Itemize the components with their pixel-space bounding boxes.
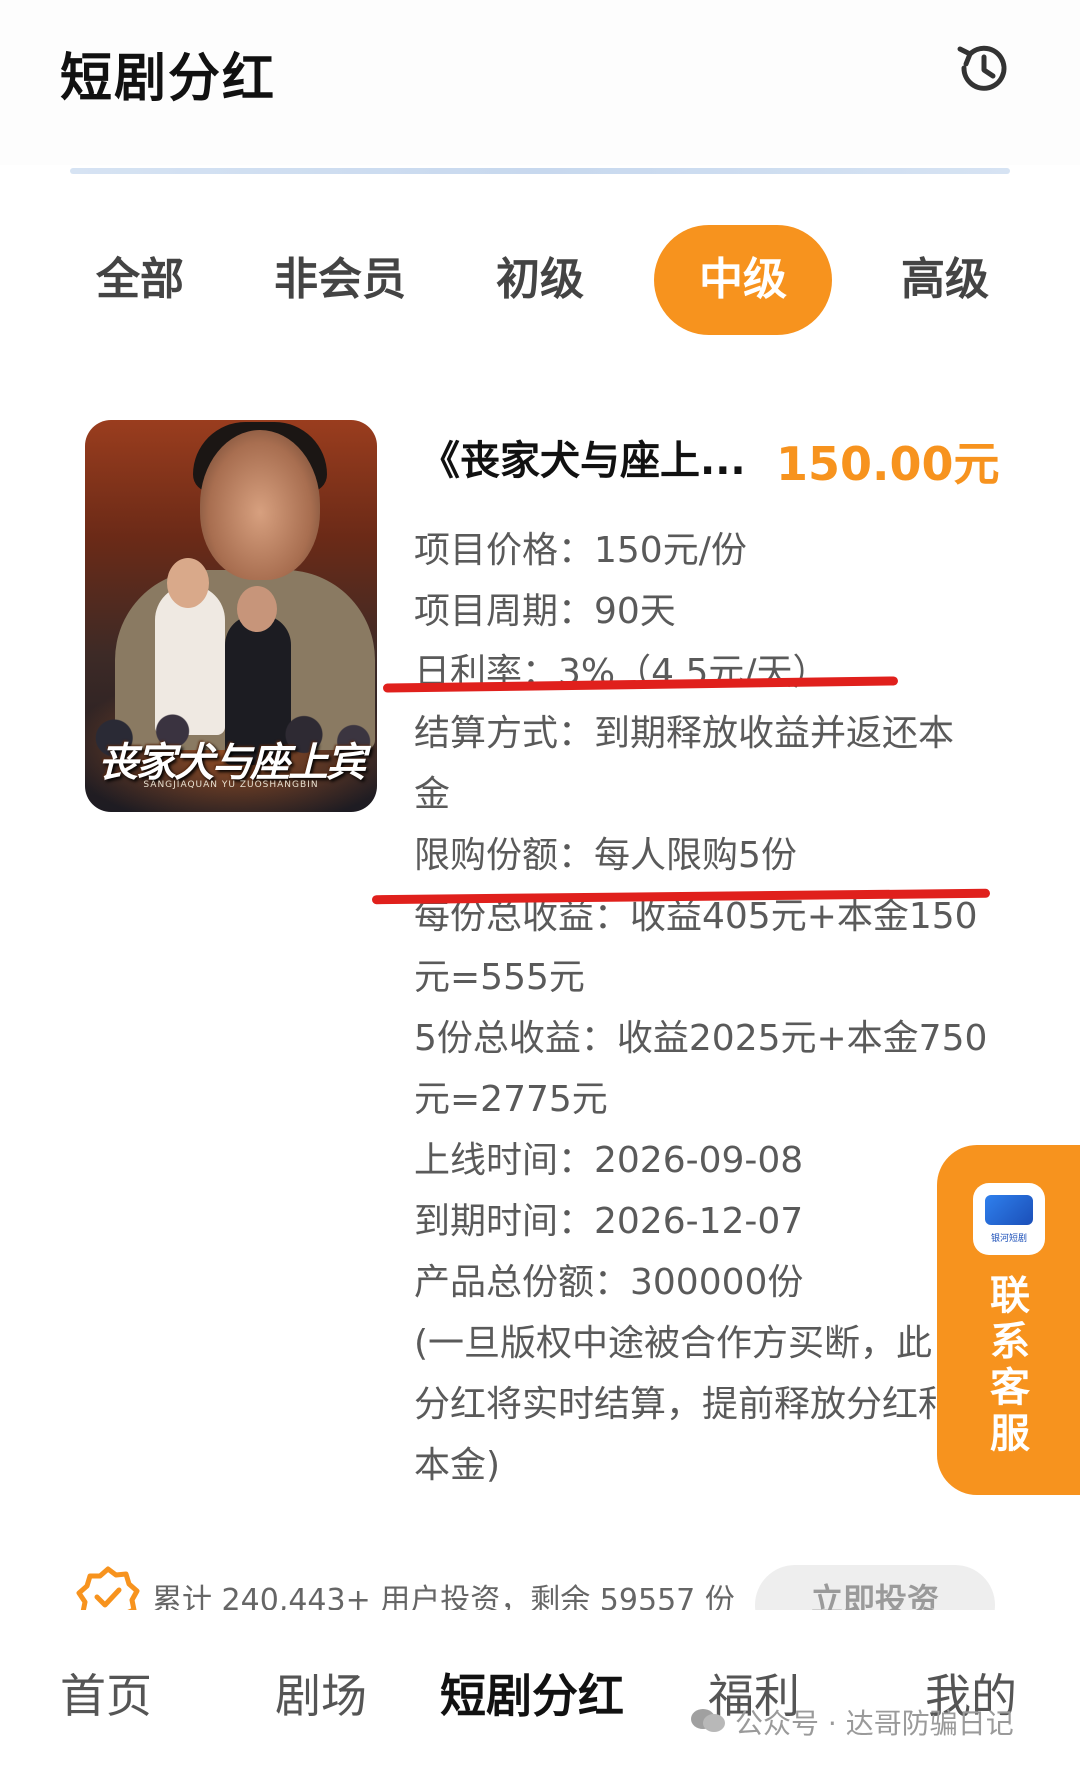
info-line: 限购份额：每人限购5份 <box>414 835 797 876</box>
nav-dividend[interactable]: 短剧分红 <box>440 1660 624 1726</box>
info-line: 项目周期：90天 <box>414 591 676 632</box>
level-tabs: 全部 非会员 初级 中级 高级 <box>0 225 1080 335</box>
watermark: 公众号 · 达哥防骗日记 <box>735 1707 1014 1740</box>
info-line: 分红将实时结算，提前释放分红和 <box>414 1384 955 1425</box>
info-line: 上线时间：2026-09-08 <box>414 1140 804 1181</box>
product-info: 项目价格：150元/份 项目周期：90天 日利率：3%（4.5元/天） 结算方式… <box>414 520 994 1496</box>
tab-non-member[interactable]: 非会员 <box>265 225 415 335</box>
invest-now-button[interactable]: 立即投资 <box>755 1565 995 1610</box>
drama-poster[interactable]: 丧家犬与座上宾 SANGJIAQUAN YU ZUOSHANGBIN <box>85 420 377 812</box>
page-title: 短剧分红 <box>60 49 277 109</box>
info-line: 产品总份额：300000份 <box>414 1262 804 1303</box>
wechat-icon <box>690 1708 726 1734</box>
tab-all[interactable]: 全部 <box>80 225 200 335</box>
drama-title[interactable]: 《丧家犬与座上... <box>420 428 746 486</box>
info-line: 到期时间：2026-12-07 <box>414 1201 804 1242</box>
investment-stats: 累计 240,443+ 用户投资，剩余 59557 份 <box>152 1583 735 1610</box>
info-line: 本金) <box>414 1445 501 1486</box>
info-line: 项目价格：150元/份 <box>414 530 747 571</box>
customer-service-label: 联系客服 <box>990 1273 1030 1457</box>
header-divider <box>70 168 1010 174</box>
info-line: 金 <box>414 774 451 815</box>
info-line: 结算方式：到期释放收益并返还本 <box>414 713 955 754</box>
tab-junior[interactable]: 初级 <box>480 225 600 335</box>
info-line: 元=2775元 <box>414 1079 608 1120</box>
product-price: 150.00元 <box>776 437 1000 491</box>
nav-theater[interactable]: 剧场 <box>275 1660 367 1726</box>
tab-senior[interactable]: 高级 <box>885 225 1005 335</box>
info-line: (一旦版权中途被合作方买断，此 <box>414 1323 933 1364</box>
info-line: 5份总收益：收益2025元+本金750 <box>414 1018 988 1059</box>
poster-subtitle: SANGJIAQUAN YU ZUOSHANGBIN <box>143 780 319 790</box>
info-line: 日利率：3%（4.5元/天） <box>414 652 829 693</box>
nav-home[interactable]: 首页 <box>60 1660 152 1726</box>
verified-badge-icon <box>76 1565 140 1610</box>
history-icon[interactable] <box>950 35 1016 101</box>
investment-strip: 累计 240,443+ 用户投资，剩余 59557 份 立即投资 <box>0 1565 1080 1610</box>
tab-intermediate[interactable]: 中级 <box>654 225 832 335</box>
top-bar: 短剧分红 <box>0 0 1080 165</box>
customer-service-tab[interactable]: 银河短剧 联系客服 <box>937 1145 1080 1495</box>
app-badge-icon: 银河短剧 <box>973 1183 1045 1255</box>
info-line: 元=555元 <box>414 957 585 998</box>
